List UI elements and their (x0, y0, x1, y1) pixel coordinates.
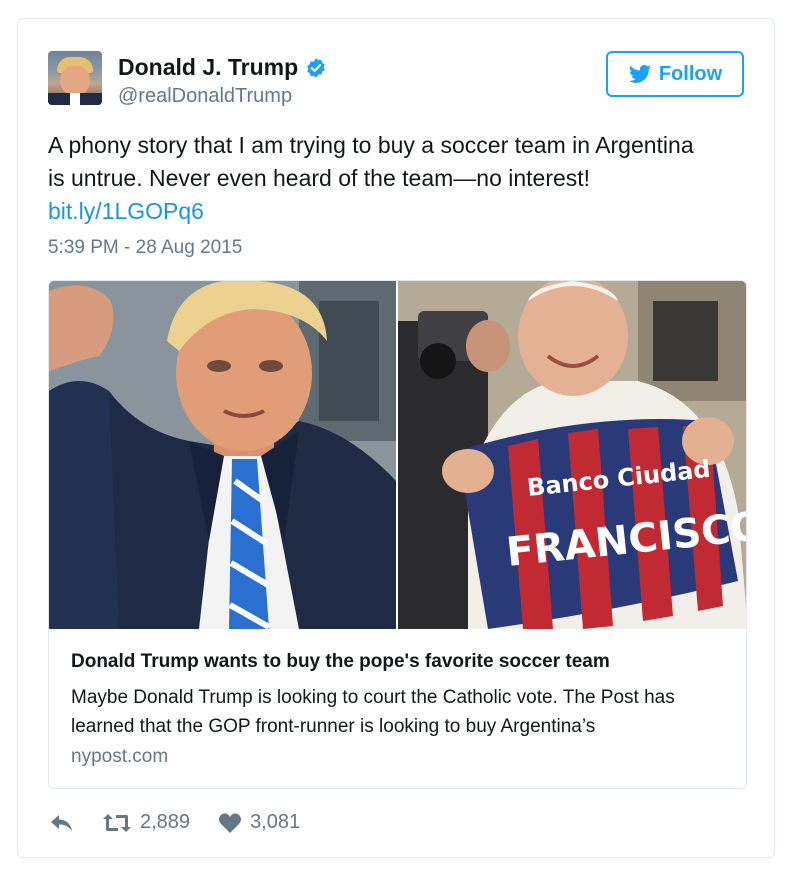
like-button[interactable]: 3,081 (218, 811, 300, 834)
tweet-text: A phony story that I am trying to buy a … (48, 129, 748, 228)
trump-illustration (49, 281, 396, 629)
retweet-button[interactable]: 2,889 (102, 811, 190, 834)
bird-icon (628, 65, 651, 83)
card-description: Maybe Donald Trump is looking to court t… (71, 687, 675, 737)
avatar[interactable] (48, 51, 102, 105)
retweet-count: 2,889 (140, 811, 191, 833)
reply-icon (51, 814, 72, 831)
trump-photo (49, 281, 396, 629)
card-domain: nypost.com (71, 746, 169, 767)
heart-icon (219, 812, 242, 833)
tweet-text-line-1: A phony story that I am trying to buy a … (48, 132, 694, 158)
retweet-icon (103, 813, 131, 832)
follow-button[interactable]: Follow (606, 51, 744, 97)
name-row: Donald J. Trump (118, 54, 327, 81)
avatar-face (60, 66, 90, 96)
tweet-link[interactable]: bit.ly/1LGOPq6 (48, 198, 204, 224)
user-handle[interactable]: @realDonaldTrump (118, 85, 292, 108)
link-preview-card[interactable]: Banco Ciudad FRANCISCO Donald Trump want… (48, 280, 747, 789)
pope-photo: Banco Ciudad FRANCISCO (398, 281, 746, 629)
verified-badge-icon (307, 57, 325, 78)
tweet-card: Donald J. Trump @realDonaldTrump Follow … (17, 18, 775, 858)
like-count: 3,081 (250, 811, 301, 833)
avatar-shirt (70, 93, 80, 105)
card-title[interactable]: Donald Trump wants to buy the pope's fav… (71, 651, 610, 673)
tweet-timestamp[interactable]: 5:39 PM - 28 Aug 2015 (48, 237, 242, 259)
user-name[interactable]: Donald J. Trump (118, 54, 298, 81)
reply-button[interactable] (48, 812, 74, 834)
pope-illustration: Banco Ciudad FRANCISCO (398, 281, 746, 629)
tweet-text-line-2: is untrue. Never even heard of the team—… (48, 165, 591, 191)
tweet-actions: 2,889 3,081 (48, 811, 328, 834)
follow-label: Follow (658, 62, 723, 85)
